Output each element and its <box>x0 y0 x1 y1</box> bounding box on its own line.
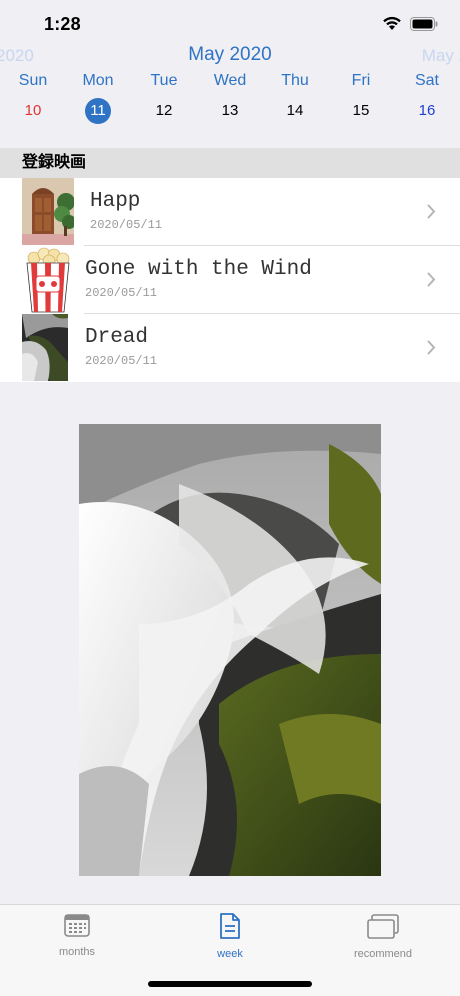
calendar-icon <box>64 914 90 941</box>
home-indicator[interactable] <box>148 981 312 987</box>
movie-thumbnail-popcorn <box>22 246 74 313</box>
movie-thumbnail-door <box>22 178 74 245</box>
movie-title: Gone with the Wind <box>85 258 312 281</box>
battery-icon <box>410 16 438 31</box>
tab-week-label: week <box>217 948 243 960</box>
date-cell-selected[interactable]: 11 <box>68 98 128 124</box>
tab-months[interactable]: months <box>17 913 137 958</box>
wifi-icon <box>382 16 402 31</box>
weekday-mon: Mon <box>82 72 114 89</box>
date-cell-thu[interactable]: 14 <box>265 98 325 124</box>
date-cell-wed[interactable]: 13 <box>200 98 260 124</box>
date-row: 10 11 12 13 14 15 16 <box>0 98 460 126</box>
document-icon <box>219 913 241 943</box>
movie-date: 2020/05/11 <box>85 286 158 300</box>
movie-list: Happ 2020/05/11 Gone with the Wind 2020/… <box>0 178 460 382</box>
next-month-label[interactable]: May 2 <box>422 46 460 66</box>
section-header: 登録映画 <box>0 148 460 178</box>
date-cell-sat[interactable]: 16 <box>397 98 457 124</box>
date-cell-tue[interactable]: 12 <box>134 98 194 124</box>
movie-row[interactable]: Dread 2020/05/11 <box>0 314 460 382</box>
movie-date: 2020/05/11 <box>85 354 158 368</box>
status-time: 1:28 <box>44 14 81 34</box>
weekday-tue: Tue <box>150 72 178 89</box>
weekday-thu: Thu <box>281 72 309 89</box>
chevron-right-icon <box>427 340 436 360</box>
weekday-sun: Sun <box>18 72 48 89</box>
weekday-row: Sun Mon Tue Wed Thu Fri Sat <box>0 72 460 96</box>
week-calendar[interactable]: 2020 May 2020 May 2 Sun Mon Tue Wed Thu … <box>0 40 460 148</box>
movie-thumbnail-waterfall <box>22 314 68 381</box>
movie-row[interactable]: Happ 2020/05/11 <box>0 178 460 246</box>
movie-row[interactable]: Gone with the Wind 2020/05/11 <box>0 246 460 314</box>
month-header: 2020 May 2020 May 2 <box>0 40 460 72</box>
weekday-wed: Wed <box>213 72 247 89</box>
tab-months-label: months <box>58 946 96 958</box>
weekday-sat: Sat <box>414 72 439 89</box>
status-bar: 1:28 <box>0 0 460 44</box>
chevron-right-icon <box>427 272 436 292</box>
tab-week[interactable]: week <box>170 913 290 960</box>
tab-recommend-label: recommend <box>353 948 413 960</box>
chevron-right-icon <box>427 204 436 224</box>
date-cell-fri[interactable]: 15 <box>331 98 391 124</box>
cards-icon <box>366 914 400 943</box>
date-cell-sun[interactable]: 10 <box>3 98 63 124</box>
tab-recommend[interactable]: recommend <box>323 913 443 960</box>
current-month-label: May 2020 <box>188 44 272 65</box>
movie-title: Dread <box>85 326 149 349</box>
movie-date: 2020/05/11 <box>90 218 163 232</box>
movie-title: Happ <box>90 190 141 213</box>
weekday-fri: Fri <box>351 72 371 89</box>
waterfall-photo <box>79 424 381 876</box>
